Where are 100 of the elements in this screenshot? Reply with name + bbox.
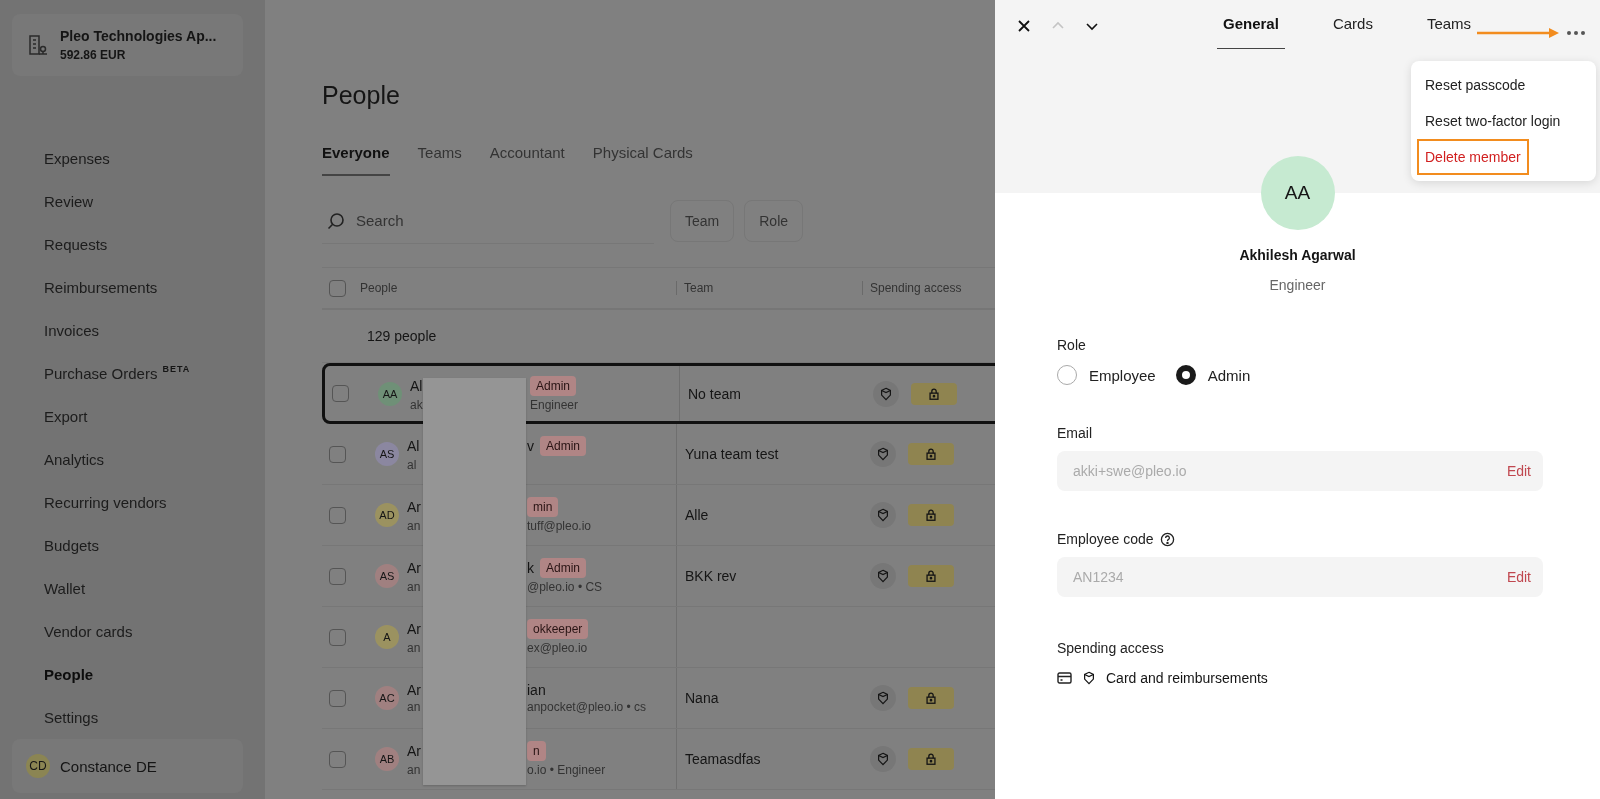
person-email: an [407, 580, 422, 594]
field-label: Role [1057, 337, 1087, 353]
field-label: Email [1057, 425, 1092, 441]
checkbox[interactable] [329, 445, 346, 463]
person-name: ian [527, 682, 546, 698]
text-field[interactable]: akki+swe@pleo.io Edit [1057, 451, 1543, 491]
sidebar-item[interactable]: Vendor cards [12, 610, 133, 653]
filter-button[interactable]: Team [670, 200, 735, 242]
person-name: Al [410, 377, 424, 394]
close-icon [1017, 19, 1031, 33]
tab[interactable]: Teams [1420, 14, 1478, 49]
person-name: Ar [407, 560, 422, 576]
role-tag: okkeeper [527, 619, 589, 639]
role-radio[interactable]: Employee [1057, 365, 1156, 385]
sidebar-item[interactable]: Purchase Orders [12, 352, 158, 395]
lock-icon [924, 691, 938, 705]
checkbox[interactable] [329, 567, 346, 585]
chevron-up-icon [1051, 21, 1065, 31]
shield-icon [876, 508, 890, 522]
person-name: Ar [407, 743, 422, 759]
team-name: Nana [685, 690, 719, 706]
avatar: AB [375, 747, 399, 771]
sidebar-item[interactable]: Export [12, 395, 88, 438]
company-balance: 592.86 EUR [60, 48, 127, 62]
sidebar-item[interactable]: People [12, 653, 94, 696]
role-tag: Admin [540, 558, 586, 578]
sidebar-item[interactable]: Requests [12, 223, 108, 266]
company-switcher[interactable]: Pleo Technologies Ap... 592.86 EUR [12, 14, 243, 76]
help-icon[interactable] [1159, 531, 1175, 547]
edit-link[interactable]: Edit [1506, 463, 1531, 479]
role-tag: Admin [530, 375, 576, 396]
person-name: Al [407, 438, 421, 454]
user-name: Constance DE [60, 757, 157, 775]
avatar: AS [375, 442, 399, 466]
user-avatar: CD [26, 754, 50, 778]
lock-icon [927, 386, 941, 401]
field-label: Spending access [1057, 640, 1165, 656]
person-email: an [407, 700, 422, 714]
role-tag: min [527, 497, 559, 517]
text-field[interactable]: AN1234 Edit [1057, 557, 1543, 597]
person-email: ex@pleo.io [527, 641, 588, 655]
avatar: AS [375, 564, 399, 588]
search-icon [326, 210, 346, 231]
sidebar-item[interactable]: Reimbursements [12, 266, 158, 309]
person-email: ak [410, 397, 424, 412]
menu-item[interactable]: Reset two-factor login [1411, 103, 1596, 139]
role-tag: Admin [540, 436, 586, 456]
sidebar-item[interactable]: Invoices [12, 309, 100, 352]
column-header: People [360, 281, 399, 295]
team-name: Teamasdfas [685, 751, 761, 767]
person-email: tuff@pleo.io [527, 519, 591, 533]
tab[interactable]: Everyone [322, 144, 390, 176]
sidebar-item[interactable]: Budgets [12, 524, 100, 567]
lock-icon [924, 447, 938, 461]
person-name: k [527, 560, 534, 576]
spending-access: Card and reimbursements [1106, 670, 1268, 686]
checkbox[interactable] [332, 385, 349, 402]
sidebar-item[interactable]: Review [12, 180, 94, 223]
more-icon [1567, 31, 1586, 35]
checkbox[interactable] [329, 279, 346, 297]
team-name: BKK rev [685, 568, 737, 584]
checkbox[interactable] [329, 506, 346, 524]
avatar: AD [375, 503, 399, 527]
menu-item[interactable]: Delete member [1417, 139, 1529, 175]
chevron-down-icon [1085, 21, 1099, 31]
checkbox[interactable] [329, 628, 346, 646]
tab[interactable]: Accountant [489, 144, 565, 176]
role-radio[interactable]: Admin [1175, 365, 1251, 385]
filter-button[interactable]: Role [744, 200, 804, 242]
person-name: Ar [407, 621, 422, 637]
shield-icon [876, 752, 890, 766]
menu-item[interactable]: Reset passcode [1411, 67, 1596, 103]
building-icon [28, 34, 48, 56]
checkbox[interactable] [329, 750, 346, 768]
tab[interactable]: Teams [417, 144, 462, 176]
person-email: an [407, 641, 422, 655]
avatar: AA [378, 381, 402, 406]
field-label: Employee code [1057, 531, 1154, 547]
sidebar-item[interactable]: Settings [12, 696, 99, 739]
shield-icon [876, 447, 890, 461]
search-field[interactable]: Search [322, 198, 654, 244]
company-name: Pleo Technologies Ap... [60, 28, 217, 44]
profile-name: Akhilesh Agarwal [1238, 247, 1357, 263]
lock-icon [924, 752, 938, 766]
tab[interactable]: Cards [1326, 14, 1379, 49]
sidebar-item[interactable]: Wallet [12, 567, 86, 610]
edit-link[interactable]: Edit [1506, 569, 1531, 585]
team-name: No team [688, 385, 741, 402]
tab[interactable]: General [1217, 14, 1285, 49]
tab[interactable]: Physical Cards [592, 144, 693, 176]
person-email: @pleo.io • CS [527, 580, 603, 594]
team-name: Yuna team test [685, 446, 779, 462]
person-email: al [407, 458, 418, 472]
shield-icon [876, 691, 890, 705]
sidebar-item[interactable]: Recurring vendors [12, 481, 167, 524]
sidebar-item[interactable]: Analytics [12, 438, 105, 481]
checkbox[interactable] [329, 689, 346, 707]
sidebar-item[interactable]: Expenses [12, 137, 110, 180]
person-email: an [407, 519, 422, 533]
user-menu[interactable]: CD Constance DE [12, 739, 243, 793]
